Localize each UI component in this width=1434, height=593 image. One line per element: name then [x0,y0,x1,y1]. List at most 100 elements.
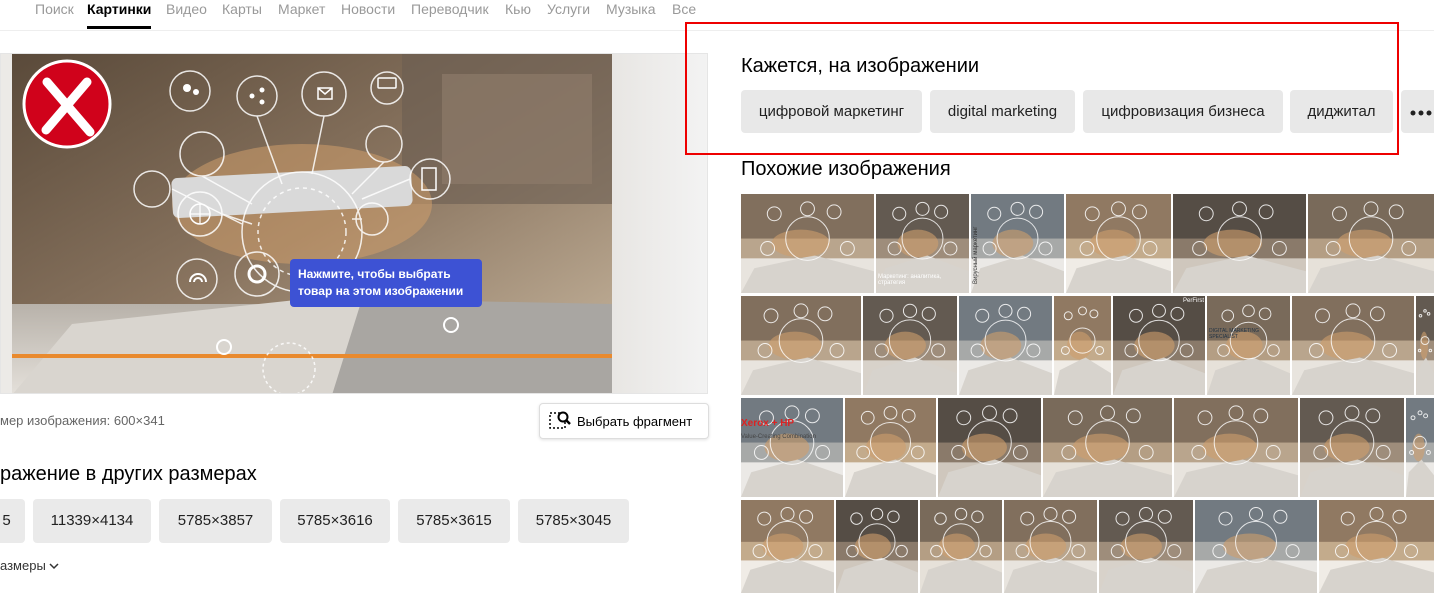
more-tags-button[interactable] [1401,90,1434,133]
thumb-artwork [1043,398,1172,497]
size-button[interactable]: 5785×3045 [518,499,629,543]
similar-image-thumb[interactable]: Маркетинг: аналитика, стратегия [876,194,969,293]
tag-chip[interactable]: цифровой маркетинг [741,90,922,133]
tab-translator[interactable]: Переводчик [411,0,489,30]
thumb-caption: Value-Creating Combination [741,434,816,440]
more-dots-icon [1409,103,1433,120]
similar-image-thumb[interactable] [1043,398,1172,497]
thumb-artwork [1174,398,1298,497]
tab-video[interactable]: Видео [166,0,207,30]
tab-maps[interactable]: Карты [222,0,262,30]
thumb-artwork [845,398,936,497]
similar-image-thumb[interactable] [1319,500,1434,593]
similar-image-thumb[interactable] [1173,194,1306,293]
thumb-artwork [1406,398,1434,497]
tags-heading: Кажется, на изображении [741,55,980,77]
product-hint-tooltip[interactable]: Нажмите, чтобы выбрать товар на этом изо… [290,259,482,307]
thumb-artwork [1195,500,1317,593]
top-nav: Поиск Картинки Видео Карты Маркет Новост… [0,0,760,30]
select-fragment-label: Выбрать фрагмент [577,413,693,429]
other-sizes-heading: ражение в других размерах [0,463,257,485]
thumb-artwork [1054,296,1111,395]
similar-image-thumb[interactable] [1300,398,1404,497]
thumb-artwork [741,296,861,395]
thumb-artwork [1099,500,1193,593]
page: Поиск Картинки Видео Карты Маркет Новост… [0,0,1434,593]
tab-news[interactable]: Новости [341,0,395,30]
similar-image-thumb[interactable] [1292,296,1414,395]
similar-image-thumb[interactable] [1174,398,1298,497]
similar-image-thumb[interactable]: Xerox + HP Value-Creating Combination [741,398,843,497]
thumb-caption: PerFirst [1183,298,1204,304]
thumb-artwork [1004,500,1097,593]
thumb-artwork [1066,194,1171,293]
similar-images-heading: Похожие изображения [741,158,951,180]
thumb-artwork [1292,296,1414,395]
similar-image-thumb[interactable] [1308,194,1434,293]
select-fragment-button[interactable]: Выбрать фрагмент [539,403,709,439]
similar-image-thumb[interactable] [741,296,861,395]
similar-image-thumb[interactable] [959,296,1052,395]
tab-music[interactable]: Музыка [606,0,656,30]
tag-chip[interactable]: цифровизация бизнеса [1083,90,1283,133]
similar-image-thumb[interactable] [1406,398,1434,497]
image-preview[interactable]: Нажмите, чтобы выбрать товар на этом изо… [0,53,708,394]
similar-image-thumb[interactable] [938,398,1041,497]
thumb-artwork [1113,296,1205,395]
similar-image-thumb[interactable] [1004,500,1097,593]
product-hotspot[interactable] [443,317,459,333]
thumb-artwork [1173,194,1306,293]
thumb-artwork [1207,296,1290,395]
thumb-artwork [741,500,834,593]
thumb-caption: Маркетинг: аналитика, стратегия [878,274,942,286]
preview-left-strip [1,54,12,393]
crop-search-icon [549,410,571,433]
highlight-box [685,22,1399,155]
similar-image-thumb[interactable] [836,500,918,593]
similar-image-thumb[interactable]: DIGITAL MARKETING SPECIALIST [1207,296,1290,395]
similar-image-thumb[interactable] [1066,194,1171,293]
size-button[interactable]: 11339×4134 [33,499,151,543]
tab-images[interactable]: Картинки [87,0,152,30]
chevron-down-icon [49,558,59,573]
thumb-artwork [741,398,843,497]
thumb-artwork [920,500,1002,593]
tab-market[interactable]: Маркет [278,0,325,30]
size-button[interactable]: 5 [0,499,25,543]
similar-image-thumb[interactable] [1054,296,1111,395]
other-sizes-link-label: азмеры [0,558,46,573]
similar-image-thumb[interactable] [1099,500,1193,593]
size-button[interactable]: 5785×3615 [398,499,510,543]
similar-image-thumb[interactable] [741,194,874,293]
size-button[interactable]: 5785×3857 [159,499,272,543]
size-button[interactable]: 5785×3616 [280,499,390,543]
similar-image-thumb[interactable]: PerFirst [1113,296,1205,395]
similar-image-thumb[interactable] [920,500,1002,593]
similar-image-thumb[interactable]: Вирусный маркетинг [971,194,1064,293]
product-hotspot[interactable] [216,339,232,355]
thumb-artwork [1300,398,1404,497]
thumb-caption: DIGITAL MARKETING SPECIALIST [1209,328,1260,340]
image-size-text: мер изображения: 600×341 [0,413,165,428]
thumb-artwork [863,296,957,395]
tag-chip[interactable]: диджитал [1290,90,1393,133]
thumb-artwork [741,194,874,293]
thumb-artwork [1416,296,1434,395]
thumb-caption: Вирусный маркетинг [973,226,979,284]
similar-image-thumb[interactable] [863,296,957,395]
similar-image-thumb[interactable] [845,398,936,497]
similar-image-thumb[interactable] [1195,500,1317,593]
tab-q[interactable]: Кью [505,0,531,30]
thumb-artwork [959,296,1052,395]
tag-chip[interactable]: digital marketing [930,90,1075,133]
similar-image-thumb[interactable] [1416,296,1434,395]
thumb-artwork [938,398,1041,497]
thumb-artwork [1308,194,1434,293]
tab-services[interactable]: Услуги [547,0,590,30]
tab-search[interactable]: Поиск [35,0,74,30]
similar-image-thumb[interactable] [741,500,834,593]
other-sizes-link[interactable]: азмеры [0,558,59,573]
preview-image[interactable]: Нажмите, чтобы выбрать товар на этом изо… [12,54,612,393]
thumb-artwork [836,500,918,593]
thumb-artwork [1319,500,1434,593]
